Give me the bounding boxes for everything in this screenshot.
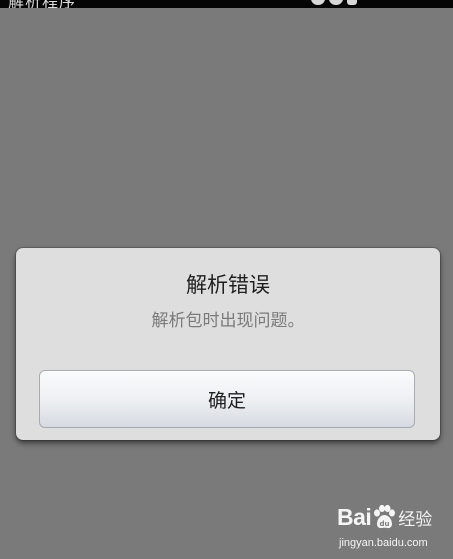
confirm-button[interactable]: 确定	[39, 370, 415, 428]
watermark-url: jingyan.baidu.com	[339, 537, 428, 549]
watermark-brand-suffix: 经验	[398, 509, 433, 530]
screen: 解析程序 解析错误 解析包时出现问题。 确定 Bai du 经验 jingyan…	[0, 0, 453, 559]
baidu-jingyan-watermark: Bai du 经验 jingyan.baidu.com	[337, 503, 447, 551]
status-bar-title: 解析程序	[8, 0, 76, 8]
dialog-title: 解析错误	[186, 273, 270, 297]
status-bar: 解析程序	[0, 0, 453, 8]
status-icons	[311, 0, 357, 5]
error-dialog: 解析错误 解析包时出现问题。 确定	[16, 248, 440, 440]
signal-icon	[311, 0, 325, 5]
paw-icon: du	[374, 504, 396, 529]
battery-icon	[347, 0, 357, 5]
wifi-icon	[329, 0, 343, 5]
watermark-brand: Bai	[337, 503, 372, 530]
watermark-logo: Bai du 经验	[337, 503, 447, 531]
dialog-message: 解析包时出现问题。	[151, 311, 305, 331]
svg-text:du: du	[380, 520, 390, 528]
